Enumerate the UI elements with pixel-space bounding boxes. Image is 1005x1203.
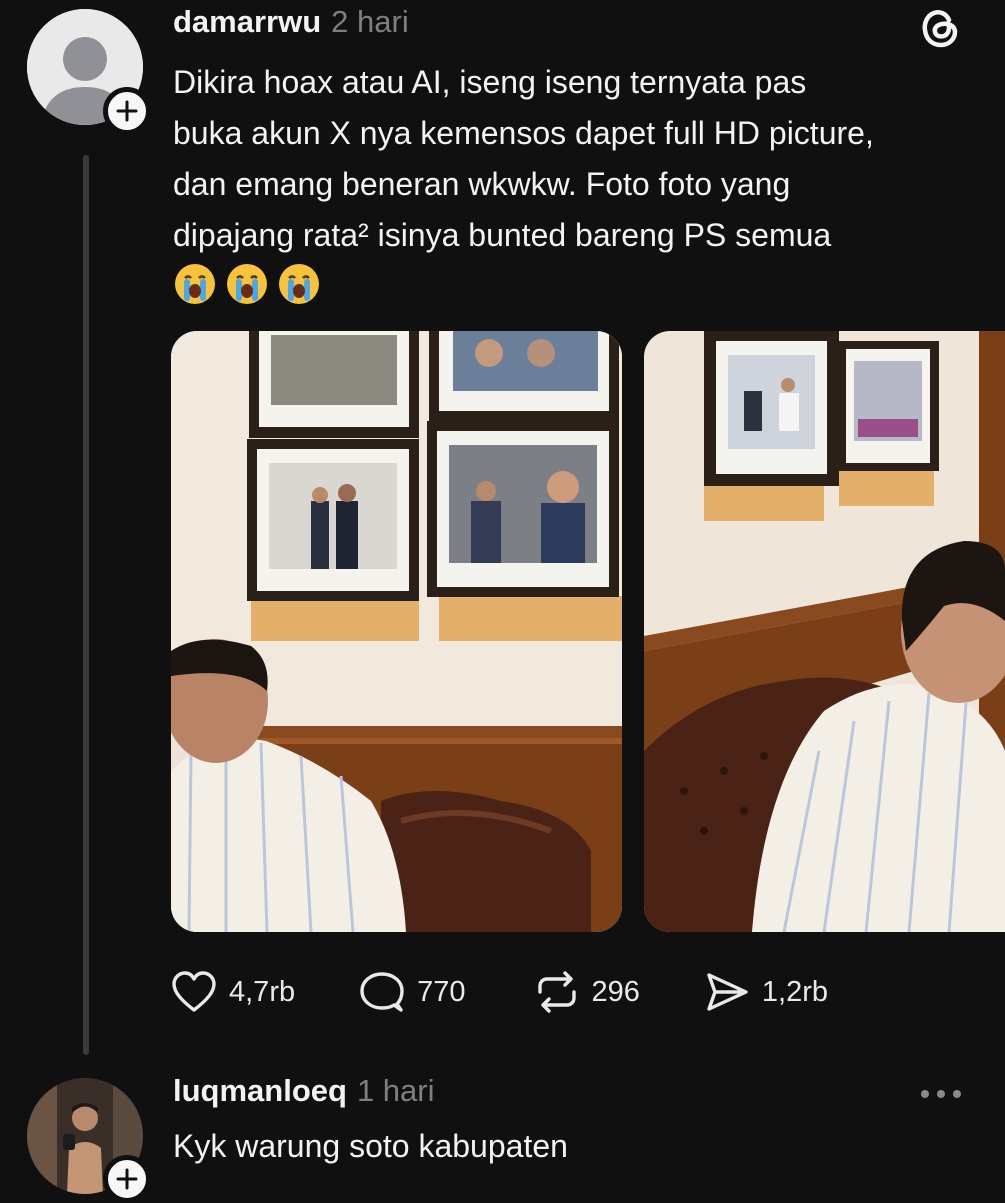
plus-icon xyxy=(116,1168,138,1190)
office-wall-photo xyxy=(644,331,1005,932)
post-image[interactable] xyxy=(644,331,1005,932)
send-icon xyxy=(707,973,748,1011)
more-button[interactable] xyxy=(919,1084,963,1109)
share-button[interactable]: 1,2rb xyxy=(704,970,828,1014)
threads-icon xyxy=(922,10,958,48)
post-image[interactable] xyxy=(171,331,622,932)
plus-icon xyxy=(116,100,138,122)
share-count: 1,2rb xyxy=(761,975,828,1008)
loudly-crying-face-icon xyxy=(175,264,215,304)
thread-line xyxy=(83,155,89,1055)
username[interactable]: damarrwu xyxy=(173,4,321,39)
comment-icon xyxy=(360,972,404,1012)
post-meta: damarrwu 2 hari xyxy=(173,4,409,40)
post-actions: 4,7rb 770 296 1,2rb xyxy=(171,970,828,1014)
username[interactable]: luqmanloeq xyxy=(173,1073,347,1108)
post-text: Dikira hoax atau AI, iseng iseng ternyat… xyxy=(173,57,983,261)
threads-logo[interactable] xyxy=(918,6,962,55)
post-text-line: dipajang rata² isinya bunted bareng PS s… xyxy=(173,217,832,253)
repost-button[interactable]: 296 xyxy=(534,970,640,1014)
more-icon xyxy=(921,1090,961,1098)
office-wall-photo xyxy=(171,331,622,932)
loudly-crying-face-icon xyxy=(279,264,319,304)
post-text-line: Dikira hoax atau AI, iseng iseng ternyat… xyxy=(173,64,807,100)
like-button[interactable]: 4,7rb xyxy=(171,970,295,1014)
repost-count: 296 xyxy=(591,975,640,1008)
follow-button[interactable] xyxy=(103,1155,151,1203)
emoji-row xyxy=(173,262,321,306)
timestamp: 2 hari xyxy=(331,4,409,39)
reply-text: Kyk warung soto kabupaten xyxy=(173,1128,568,1164)
follow-button[interactable] xyxy=(103,87,151,135)
loudly-crying-face-icon xyxy=(227,264,267,304)
reply-count: 770 xyxy=(417,975,466,1008)
like-count: 4,7rb xyxy=(229,975,296,1008)
heart-icon xyxy=(172,971,216,1012)
reply-meta: luqmanloeq 1 hari xyxy=(173,1073,435,1109)
reply-button[interactable]: 770 xyxy=(359,970,466,1014)
timestamp: 1 hari xyxy=(356,1073,435,1108)
post-text-line: dan emang beneran wkwkw. Foto foto yang xyxy=(173,166,791,202)
repost-icon xyxy=(537,971,576,1013)
post-text-line: buka akun X nya kemensos dapet full HD p… xyxy=(173,115,874,151)
